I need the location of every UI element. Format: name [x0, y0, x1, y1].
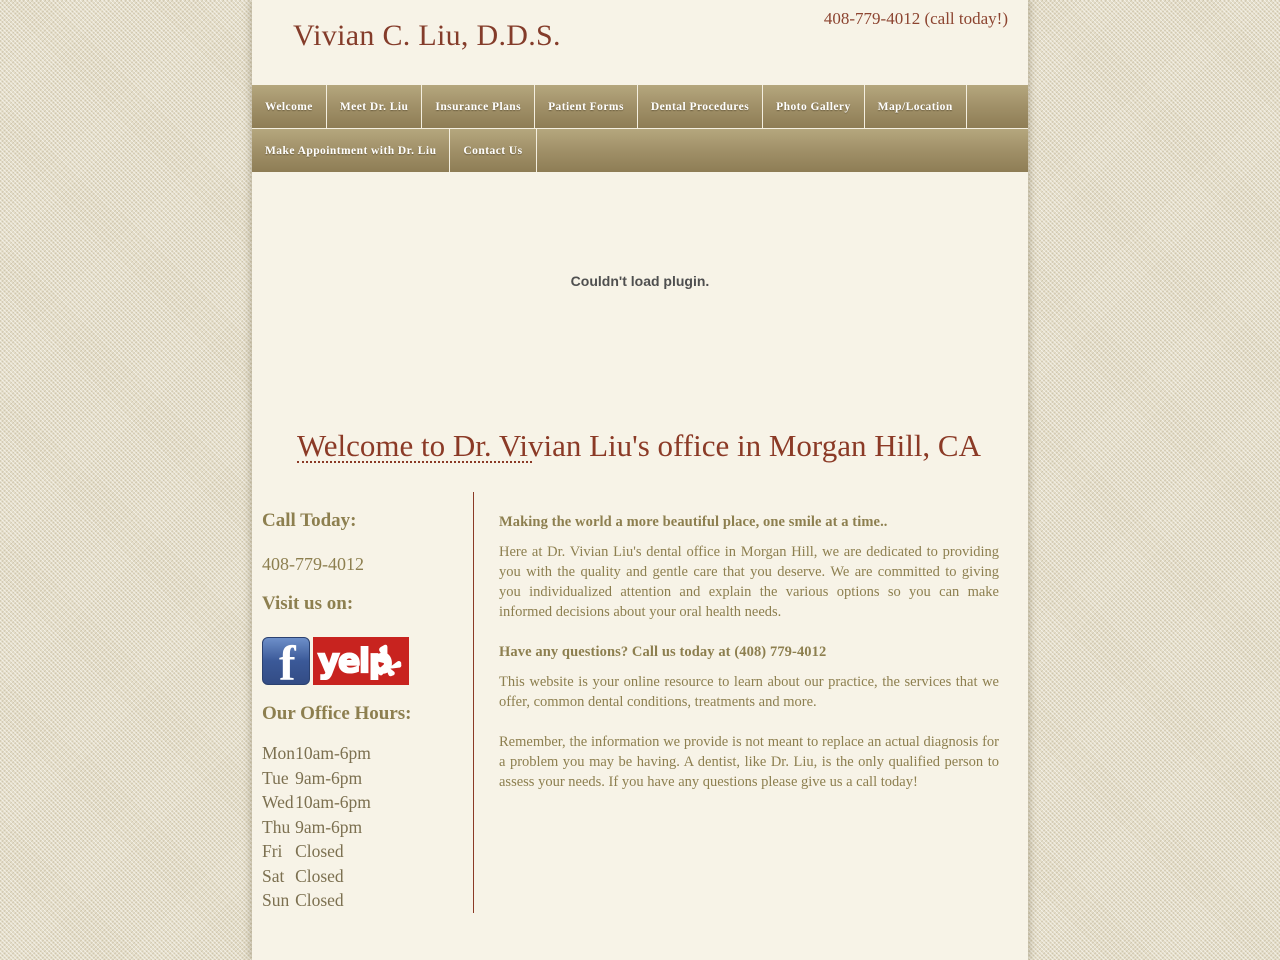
hours-time: Closed — [295, 890, 344, 910]
sidebar: Call Today: 408-779-4012 Visit us on: ye… — [252, 492, 448, 913]
nav-item-map-location[interactable]: Map/Location — [865, 85, 967, 128]
page-title: Welcome to Dr. Vivian Liu's office in Mo… — [297, 428, 981, 463]
hours-day: Wed — [262, 792, 294, 812]
page-container: Vivian C. Liu, D.D.S. 408-779-4012 (call… — [252, 0, 1028, 960]
hours-day: Tue — [262, 767, 289, 788]
nav-item-insurance-plans[interactable]: Insurance Plans — [422, 85, 536, 128]
facebook-icon[interactable] — [262, 637, 310, 685]
nav-item-patient-forms[interactable]: Patient Forms — [535, 85, 638, 128]
table-row: Sat Closed — [262, 864, 371, 889]
site-header: Vivian C. Liu, D.D.S. 408-779-4012 (call… — [252, 0, 1028, 85]
content-area: Call Today: 408-779-4012 Visit us on: ye… — [252, 492, 1028, 913]
plugin-placeholder-area: Couldn't load plugin. — [252, 172, 1028, 412]
nav-item-make-appointment[interactable]: Make Appointment with Dr. Liu — [252, 129, 451, 172]
nav-item-meet-dr-liu[interactable]: Meet Dr. Liu — [327, 85, 423, 128]
page-title-underline — [297, 461, 532, 463]
table-row: Tue 9am-6pm — [262, 766, 371, 791]
disclaimer-paragraph: Remember, the information we provide is … — [499, 734, 999, 790]
hours-time: 9am-6pm — [295, 767, 363, 788]
table-row: Sun Closed — [262, 888, 371, 913]
hours-time: 10am-6pm — [295, 792, 371, 812]
nav-row-primary: Welcome Meet Dr. Liu Insurance Plans Pat… — [252, 85, 1028, 129]
plugin-error-message: Couldn't load plugin. — [570, 273, 710, 289]
nav-row-secondary-filler — [537, 129, 1028, 172]
table-row: Fri Closed — [262, 839, 371, 864]
article-body: Making the world a more beautiful place,… — [473, 492, 1028, 913]
yelp-burst-icon — [374, 644, 402, 677]
hours-day: Fri — [262, 841, 283, 861]
yelp-icon[interactable]: yelp — [313, 637, 409, 685]
intro-paragraph: Here at Dr. Vivian Liu's dental office i… — [499, 544, 999, 620]
hours-day: Sat — [262, 865, 285, 886]
nav-item-photo-gallery[interactable]: Photo Gallery — [763, 85, 865, 128]
header-phone-note: 408-779-4012 (call today!) — [823, 9, 1008, 28]
hours-time: Closed — [295, 841, 344, 861]
office-hours-table: Mon 10am-6pm Tue 9am-6pm Wed 10am-6pm Th… — [262, 741, 371, 913]
visit-us-heading: Visit us on: — [262, 593, 354, 614]
sidebar-phone: 408-779-4012 — [262, 554, 364, 574]
questions-heading: Have any questions? Call us today at (40… — [499, 644, 827, 660]
hours-day: Mon — [262, 743, 296, 763]
nav-item-dental-procedures[interactable]: Dental Procedures — [638, 85, 764, 128]
hours-time: 9am-6pm — [295, 816, 363, 837]
nav-item-welcome[interactable]: Welcome — [252, 85, 327, 128]
tagline: Making the world a more beautiful place,… — [499, 514, 888, 530]
office-hours-heading: Our Office Hours: — [262, 703, 412, 724]
call-today-heading: Call Today: — [262, 510, 357, 531]
nav-row-primary-filler — [967, 85, 1028, 128]
resource-paragraph: This website is your online resource to … — [499, 674, 999, 710]
hours-day: Sun — [262, 890, 290, 910]
hours-time: Closed — [295, 865, 344, 886]
table-row: Thu 9am-6pm — [262, 815, 371, 840]
social-links: yelp — [262, 637, 448, 685]
hours-day: Thu — [262, 816, 291, 837]
nav-row-secondary: Make Appointment with Dr. Liu Contact Us — [252, 129, 1028, 172]
main-navigation: Welcome Meet Dr. Liu Insurance Plans Pat… — [252, 85, 1028, 172]
table-row: Mon 10am-6pm — [262, 741, 371, 766]
nav-item-contact-us[interactable]: Contact Us — [450, 129, 537, 172]
site-title: Vivian C. Liu, D.D.S. — [293, 19, 561, 52]
hours-time: 10am-6pm — [295, 743, 371, 763]
table-row: Wed 10am-6pm — [262, 790, 371, 815]
